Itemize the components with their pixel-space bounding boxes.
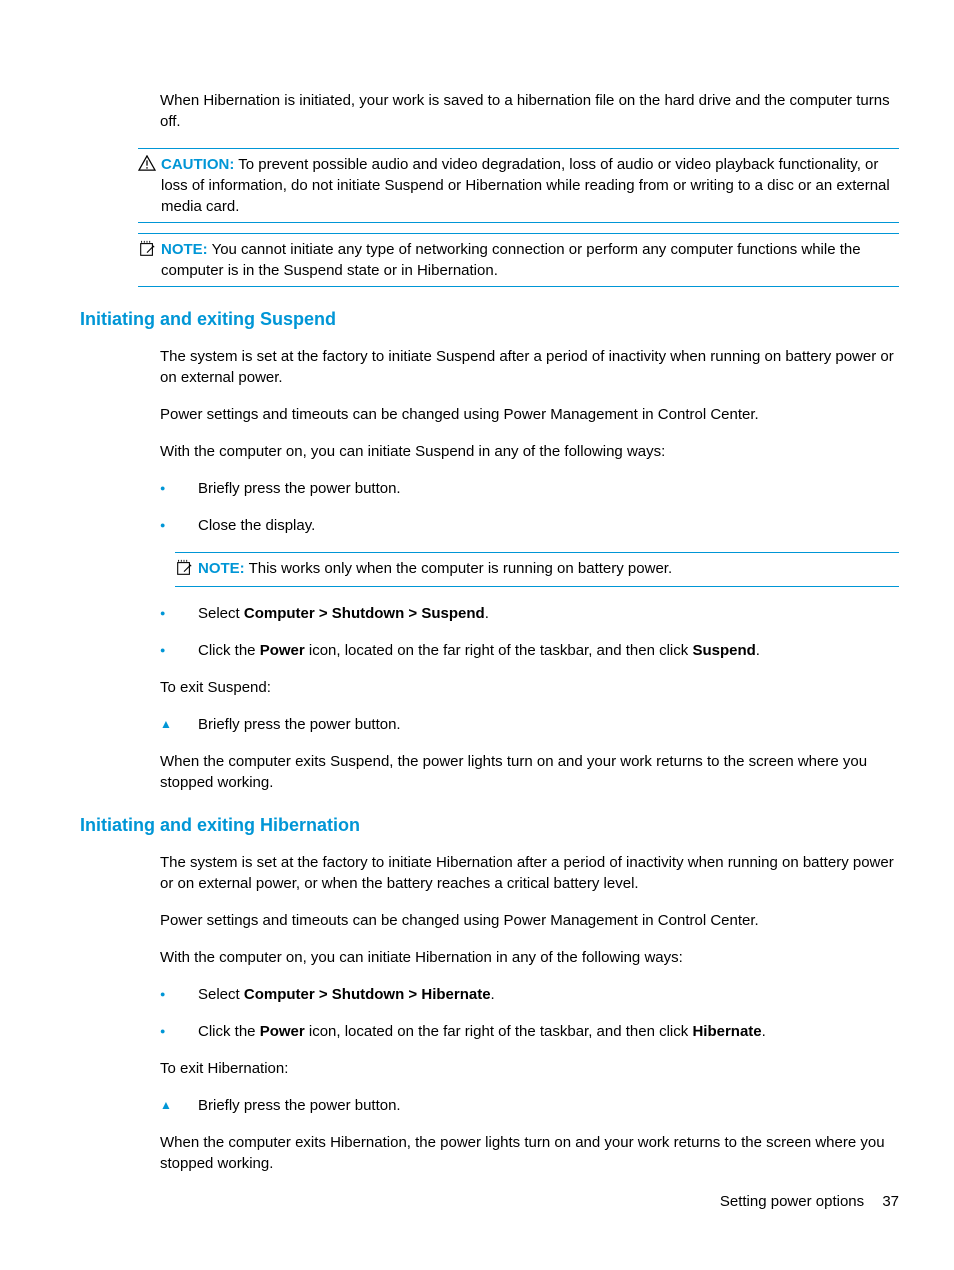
- hibernate-exit-bullet: Briefly press the power button.: [160, 1095, 899, 1116]
- hibernate-exit-label: To exit Hibernation:: [160, 1058, 899, 1079]
- caution-icon: [138, 155, 158, 175]
- suspend-bullet-2: Close the display.: [160, 515, 899, 536]
- page-footer: Setting power options 37: [720, 1193, 899, 1210]
- suspend-inner-note: NOTE: This works only when the computer …: [175, 552, 899, 587]
- note-text-1: You cannot initiate any type of networki…: [161, 241, 861, 279]
- suspend-exit-bullet: Briefly press the power button.: [160, 714, 899, 735]
- caution-callout: CAUTION: To prevent possible audio and v…: [138, 148, 899, 223]
- caution-label: CAUTION:: [161, 156, 234, 173]
- intro-paragraph: When Hibernation is initiated, your work…: [160, 90, 899, 132]
- suspend-note-label: NOTE:: [198, 560, 245, 577]
- note-label-1: NOTE:: [161, 241, 208, 258]
- caution-text: To prevent possible audio and video degr…: [161, 156, 890, 215]
- hibernate-heading: Initiating and exiting Hibernation: [80, 815, 899, 836]
- suspend-exit-label: To exit Suspend:: [160, 677, 899, 698]
- hibernate-bullet-2: Click the Power icon, located on the far…: [160, 1021, 899, 1042]
- note-icon: [175, 559, 195, 581]
- suspend-bullet-1: Briefly press the power button.: [160, 478, 899, 499]
- footer-page-number: 37: [882, 1193, 899, 1210]
- suspend-p3: With the computer on, you can initiate S…: [160, 441, 899, 462]
- hibernate-p3: With the computer on, you can initiate H…: [160, 947, 899, 968]
- hibernate-p2: Power settings and timeouts can be chang…: [160, 910, 899, 931]
- hibernate-exit-p: When the computer exits Hibernation, the…: [160, 1132, 899, 1174]
- suspend-bullet-4: Click the Power icon, located on the far…: [160, 640, 899, 661]
- suspend-bullet-3: Select Computer > Shutdown > Suspend.: [160, 603, 899, 624]
- footer-section: Setting power options: [720, 1193, 864, 1210]
- hibernate-p1: The system is set at the factory to init…: [160, 852, 899, 894]
- note-callout-1: NOTE: You cannot initiate any type of ne…: [138, 233, 899, 287]
- suspend-note-text: This works only when the computer is run…: [249, 560, 673, 577]
- suspend-exit-p: When the computer exits Suspend, the pow…: [160, 751, 899, 793]
- suspend-p2: Power settings and timeouts can be chang…: [160, 404, 899, 425]
- suspend-p1: The system is set at the factory to init…: [160, 346, 899, 388]
- hibernate-bullet-1: Select Computer > Shutdown > Hibernate.: [160, 984, 899, 1005]
- suspend-heading: Initiating and exiting Suspend: [80, 309, 899, 330]
- note-icon: [138, 240, 158, 262]
